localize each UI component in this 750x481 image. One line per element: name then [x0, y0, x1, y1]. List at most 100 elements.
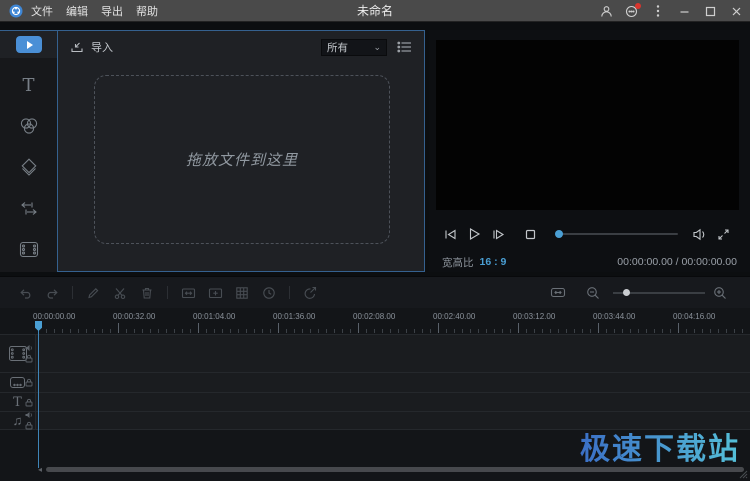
track-mute-speaker-icon[interactable]: [25, 344, 33, 352]
seek-track: [561, 233, 678, 235]
ruler-label: 00:02:08.00: [353, 312, 395, 321]
zoom-slider-handle[interactable]: [623, 289, 630, 296]
sidebar-tab-text[interactable]: T: [0, 71, 57, 99]
volume-icon[interactable]: [690, 226, 708, 242]
playhead-line: [38, 321, 39, 468]
minimize-icon[interactable]: [674, 2, 694, 20]
sidebar-tab-filters[interactable]: [0, 112, 57, 140]
track-lock-icon[interactable]: [25, 398, 33, 407]
close-icon[interactable]: [726, 2, 746, 20]
music-note-icon: ♫: [13, 413, 23, 428]
text-track-header[interactable]: T: [0, 393, 36, 411]
ruler-label: 00:02:40.00: [433, 312, 475, 321]
export-icon[interactable]: [299, 284, 321, 302]
toolbar-divider: [289, 286, 290, 299]
sidebar-tab-overlays[interactable]: [0, 153, 57, 181]
timeline-tracks: T ♫: [0, 334, 750, 430]
zoom-selection-icon[interactable]: [204, 284, 226, 302]
sidebar-tab-elements[interactable]: [0, 235, 57, 263]
workspace: T: [0, 22, 750, 276]
preview-panel: 宽高比 16 : 9 00:00:00.00 / 00:00:00.00: [429, 30, 750, 272]
mosaic-icon[interactable]: [231, 284, 253, 302]
diamond-icon: [18, 158, 40, 177]
preview-info-row: 宽高比 16 : 9 00:00:00.00 / 00:00:00.00: [429, 252, 750, 272]
zoom-in-icon[interactable]: [709, 284, 731, 302]
menu-file[interactable]: 文件: [31, 3, 53, 19]
menu-export[interactable]: 导出: [101, 3, 123, 19]
media-dropzone[interactable]: 拖放文件到这里: [94, 75, 390, 244]
video-preview-screen[interactable]: [436, 40, 739, 210]
text-t-icon: T: [22, 75, 34, 96]
aspect-ratio-label: 宽高比: [442, 255, 474, 270]
edit-pencil-icon[interactable]: [82, 284, 104, 302]
text-t-icon: T: [13, 395, 22, 410]
user-icon[interactable]: [596, 2, 616, 20]
timeline-ruler[interactable]: 00:00:00.00 00:00:32.00 00:01:04.00 00:0…: [0, 308, 750, 334]
cut-scissors-icon[interactable]: [109, 284, 131, 302]
ruler-label: 00:00:00.00: [33, 312, 75, 321]
audio-track-header[interactable]: ♫: [0, 412, 36, 429]
media-panel-header: 导入 所有 ⌄: [58, 31, 424, 63]
more-menu-icon[interactable]: [648, 2, 668, 20]
media-panel: 导入 所有 ⌄ 拖放文件到这里: [57, 30, 425, 272]
pip-track-row: [0, 372, 750, 392]
video-track-lane[interactable]: [36, 335, 750, 372]
dropzone-hint-text: 拖放文件到这里: [186, 149, 298, 170]
maximize-icon[interactable]: [700, 2, 720, 20]
pip-track-header[interactable]: [0, 373, 36, 392]
menu-edit[interactable]: 编辑: [66, 3, 88, 19]
ruler-label: 00:01:04.00: [193, 312, 235, 321]
fit-timeline-icon[interactable]: [547, 284, 569, 302]
feedback-icon[interactable]: [622, 2, 642, 20]
toolbar-divider: [167, 286, 168, 299]
fullscreen-icon[interactable]: [714, 226, 732, 242]
text-track-lane[interactable]: [36, 393, 750, 411]
sidebar-tab-transitions[interactable]: [0, 194, 57, 222]
sidebar: T: [0, 30, 57, 272]
delete-trash-icon[interactable]: [136, 284, 158, 302]
zoom-out-icon[interactable]: [582, 284, 604, 302]
notification-badge: [635, 3, 641, 9]
resize-grip-icon[interactable]: [739, 470, 748, 479]
import-button[interactable]: 导入: [70, 39, 113, 55]
menu-help[interactable]: 帮助: [136, 3, 158, 19]
undo-icon[interactable]: [14, 284, 36, 302]
play-media-icon: [16, 36, 42, 53]
duration-clock-icon[interactable]: [258, 284, 280, 302]
play-button[interactable]: [465, 226, 483, 242]
track-lock-icon[interactable]: [25, 378, 33, 387]
aspect-ratio-value[interactable]: 16 : 9: [480, 256, 507, 268]
chevron-down-icon: ⌄: [373, 42, 381, 53]
timecode-display: 00:00:00.00 / 00:00:00.00: [617, 256, 737, 268]
media-filter-value: 所有: [327, 40, 348, 55]
pip-clip-icon: [9, 376, 26, 389]
app-window: 文件 编辑 导出 帮助 未命名: [0, 0, 750, 481]
app-logo-icon: [9, 4, 23, 18]
pip-track-lane[interactable]: [36, 373, 750, 392]
import-icon: [70, 41, 84, 53]
list-view-icon[interactable]: [397, 41, 412, 53]
timeline-zoom-slider[interactable]: [613, 286, 705, 300]
redo-icon[interactable]: [41, 284, 63, 302]
timeline-zoom-controls: [547, 284, 736, 302]
track-lock-icon[interactable]: [25, 421, 33, 430]
media-filter-dropdown[interactable]: 所有 ⌄: [321, 39, 387, 56]
scroll-left-arrow[interactable]: ◂: [38, 465, 42, 474]
seek-handle[interactable]: [555, 230, 563, 238]
track-lock-icon[interactable]: [25, 354, 33, 363]
sidebar-tab-media[interactable]: [0, 30, 57, 58]
video-track-row: [0, 334, 750, 372]
site-watermark: 极速下载站: [580, 424, 740, 468]
track-mute-speaker-icon[interactable]: [25, 411, 33, 419]
menu-bar: 文件 编辑 导出 帮助: [31, 3, 158, 19]
previous-frame-button[interactable]: [441, 226, 459, 242]
crop-icon[interactable]: [177, 284, 199, 302]
venn-circles-icon: [18, 117, 40, 135]
ruler-label: 00:03:44.00: [593, 312, 635, 321]
seek-slider[interactable]: [551, 226, 680, 242]
video-track-header[interactable]: [0, 335, 36, 372]
next-frame-button[interactable]: [489, 226, 507, 242]
ruler-label: 00:01:36.00: [273, 312, 315, 321]
stop-button[interactable]: [521, 226, 539, 242]
split-arrows-icon: [18, 200, 40, 217]
